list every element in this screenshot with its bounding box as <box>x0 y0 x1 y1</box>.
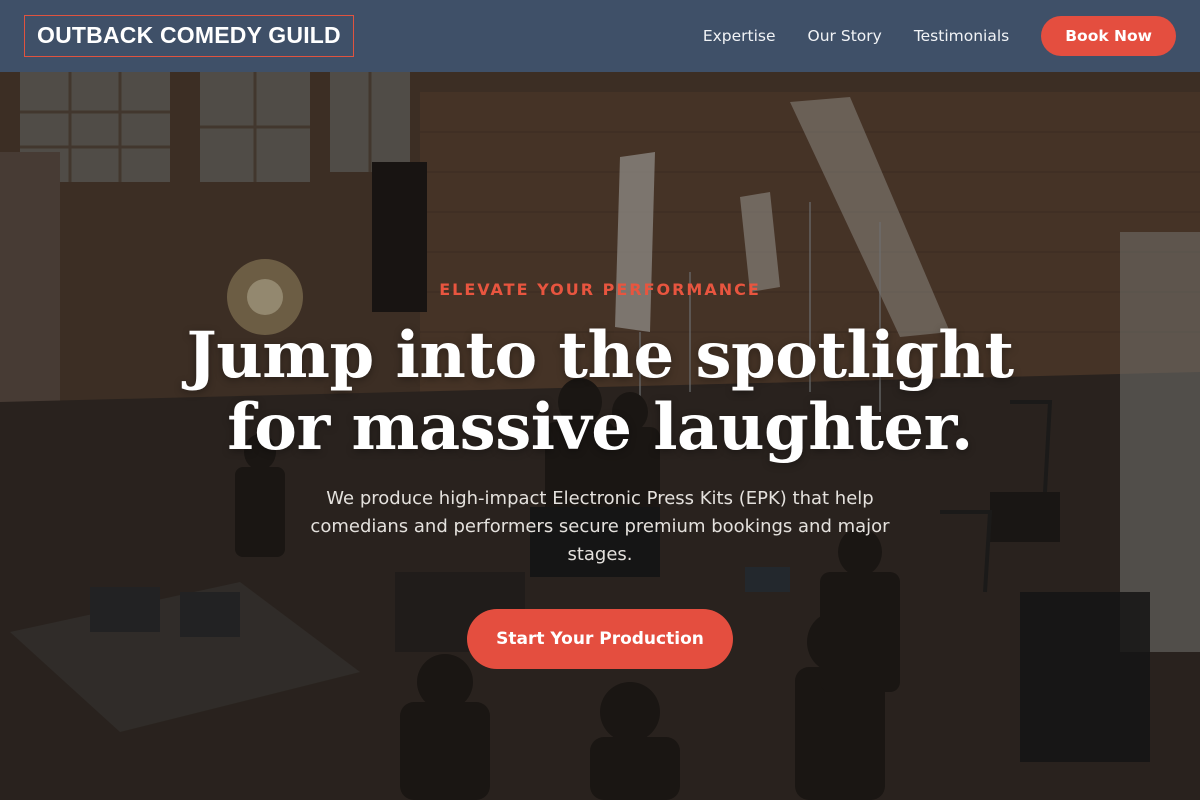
hero-kicker: ELEVATE YOUR PERFORMANCE <box>439 280 761 299</box>
start-production-button[interactable]: Start Your Production <box>467 609 733 669</box>
site-header: OUTBACK COMEDY GUILD Expertise Our Story… <box>0 0 1200 72</box>
hero-headline-line-2: for massive laughter. <box>227 390 973 465</box>
book-now-button[interactable]: Book Now <box>1041 16 1176 56</box>
site-logo[interactable]: OUTBACK COMEDY GUILD <box>24 15 354 57</box>
nav-link-expertise[interactable]: Expertise <box>703 27 776 45</box>
nav-link-our-story[interactable]: Our Story <box>808 27 882 45</box>
hero-headline-line-1: Jump into the spotlight <box>186 318 1014 393</box>
nav-link-testimonials[interactable]: Testimonials <box>914 27 1009 45</box>
hero-content: ELEVATE YOUR PERFORMANCE Jump into the s… <box>0 72 1200 800</box>
hero-headline: Jump into the spotlight for massive laug… <box>150 320 1050 464</box>
main-nav: Expertise Our Story Testimonials Book No… <box>703 16 1176 56</box>
hero-subtext: We produce high-impact Electronic Press … <box>310 488 890 565</box>
